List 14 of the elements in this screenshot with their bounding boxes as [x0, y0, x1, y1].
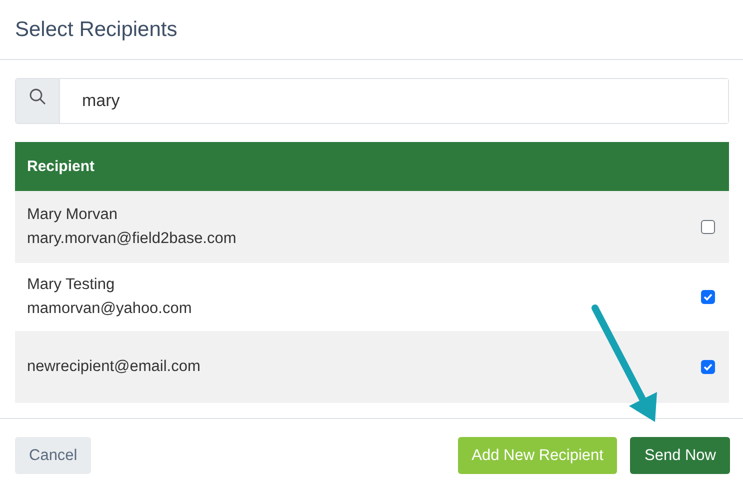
recipient-email: newrecipient@email.com	[27, 357, 202, 377]
checkbox[interactable]	[701, 360, 715, 374]
column-header: Recipient	[15, 142, 729, 191]
cancel-button[interactable]: Cancel	[15, 437, 92, 474]
checkbox[interactable]	[701, 220, 715, 234]
dialog-title: Select Recipients	[15, 18, 178, 42]
send-button[interactable]: Send Now	[630, 437, 730, 474]
recipient-name: Mary Testing	[27, 275, 116, 295]
checkbox[interactable]	[701, 290, 715, 304]
recipient-name: Mary Morvan	[27, 205, 118, 225]
search-field[interactable]: mary	[15, 78, 729, 124]
recipient-email: mary.morvan@field2base.com	[27, 229, 238, 249]
recipient-email: mamorvan@yahoo.com	[27, 299, 193, 319]
search-icon	[28, 88, 46, 106]
